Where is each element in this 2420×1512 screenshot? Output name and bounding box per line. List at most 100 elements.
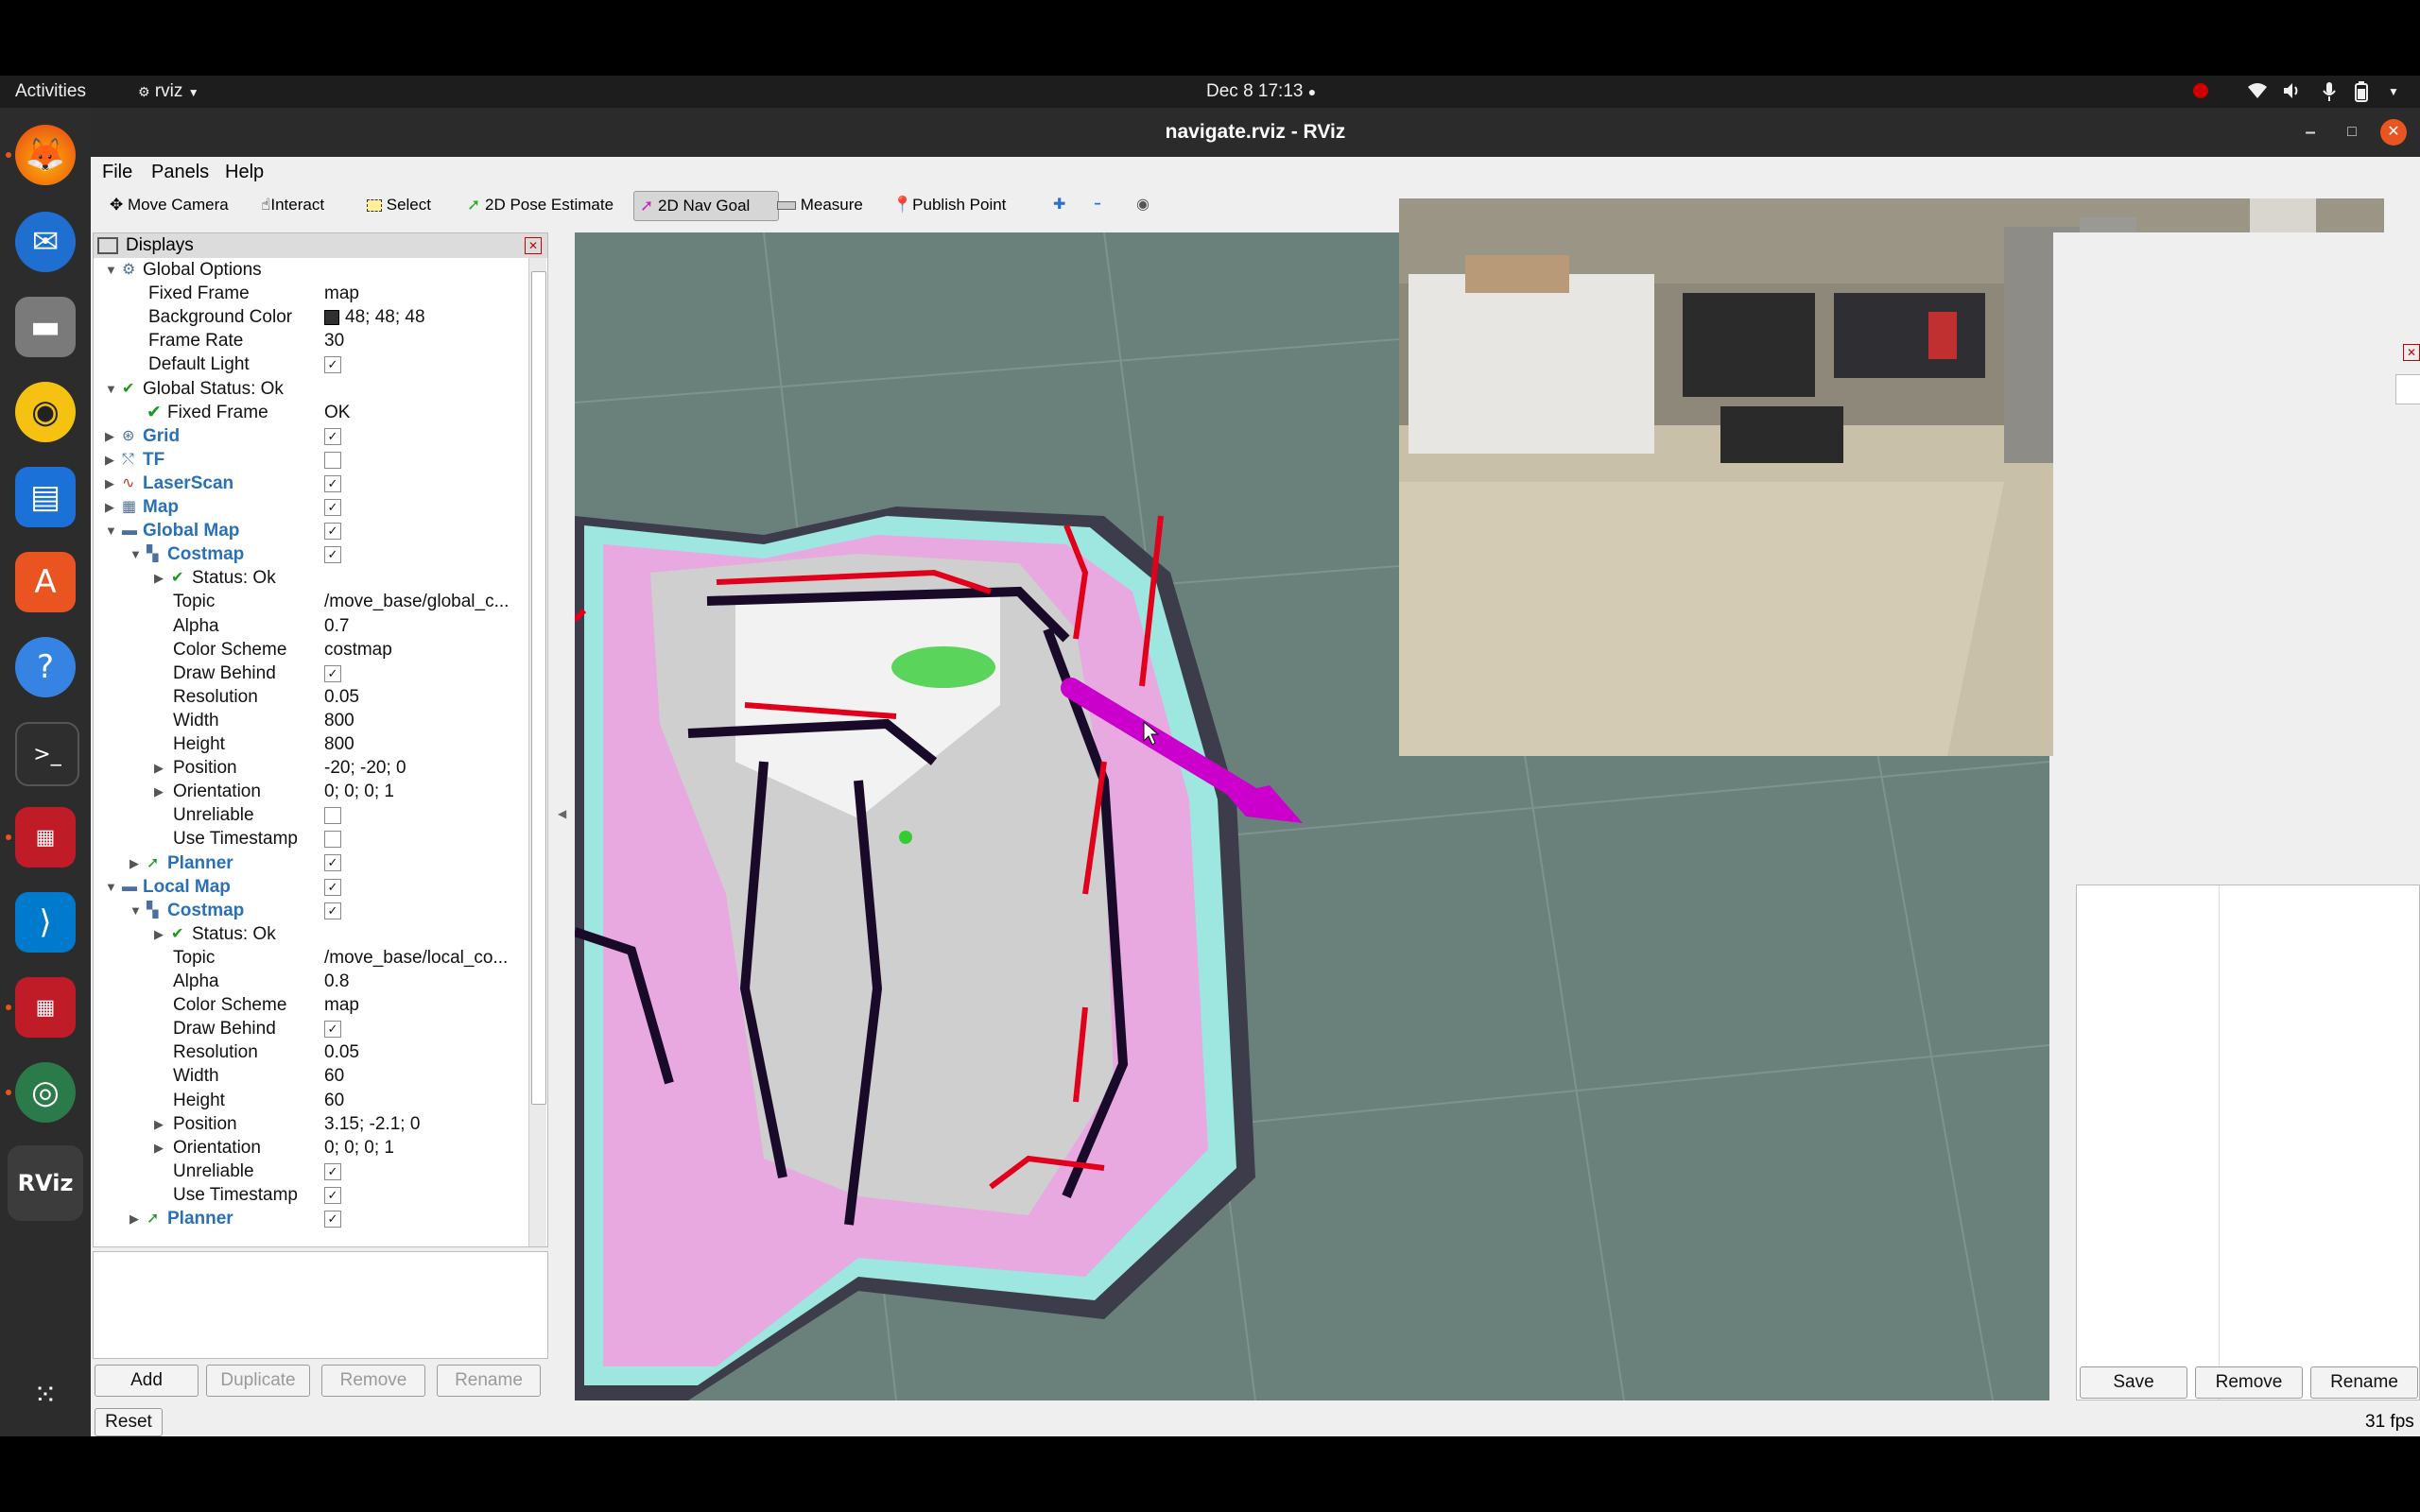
display-tree-row[interactable]: Unreliable <box>94 803 527 827</box>
display-tree-row[interactable]: ▶ Orientation 0; 0; 0; 1 <box>94 780 527 803</box>
pose-estimate-tool[interactable]: ➚ 2D Pose Estimate <box>461 191 619 219</box>
save-view-button[interactable]: Save <box>2080 1366 2187 1399</box>
screen-record-icon[interactable] <box>2193 83 2208 98</box>
scrollbar-thumb[interactable] <box>531 271 546 1105</box>
display-tree-row[interactable]: ✔ Fixed Frame OK <box>94 401 527 424</box>
display-property-value[interactable]: 0.8 <box>324 970 349 993</box>
duplicate-button[interactable]: Duplicate <box>206 1365 310 1397</box>
display-tree-row[interactable]: Alpha 0.8 <box>94 970 527 993</box>
zoom-in-icon[interactable]: ✚ <box>1047 191 1071 219</box>
collapsed-arrow-icon[interactable]: ▶ <box>154 922 165 946</box>
remove-view-button[interactable]: Remove <box>2195 1366 2303 1399</box>
display-property-value[interactable]: /move_base/local_co... <box>324 946 508 970</box>
measure-tool[interactable]: Measure <box>771 191 869 219</box>
enable-checkbox[interactable]: ✓ <box>324 851 341 875</box>
display-property-value[interactable]: 0; 0; 0; 1 <box>324 780 394 803</box>
display-tree-row[interactable]: ▼ ▚ Costmap ✓ <box>94 542 527 566</box>
wifi-icon[interactable] <box>2246 81 2269 106</box>
enable-checkbox[interactable]: ✓ <box>324 875 341 899</box>
help-icon[interactable]: ? <box>15 637 76 697</box>
display-tree-row[interactable]: Use Timestamp ✓ <box>94 1183 527 1207</box>
display-tree-row[interactable]: ▼ ▬ Global Map ✓ <box>94 519 527 542</box>
enable-checkbox[interactable]: ✓ <box>324 1207 341 1230</box>
display-tree-row[interactable]: ▼ ▬ Local Map ✓ <box>94 875 527 899</box>
display-tree-row[interactable]: ▶ ➚ Planner ✓ <box>94 1207 527 1230</box>
expanded-arrow-icon[interactable]: ▼ <box>130 899 142 922</box>
display-property-value[interactable]: 60 <box>324 1064 344 1088</box>
panel-close-icon[interactable]: ✕ <box>525 237 542 254</box>
display-tree-row[interactable]: Alpha 0.7 <box>94 614 527 638</box>
enable-checkbox[interactable]: ✓ <box>324 1183 341 1207</box>
display-property-value[interactable]: 3.15; -2.1; 0 <box>324 1112 420 1136</box>
enable-checkbox[interactable]: ✓ <box>324 542 341 566</box>
enable-checkbox[interactable]: ✓ <box>324 424 341 448</box>
app-menu[interactable]: ⚙ rviz ▼ <box>138 81 199 102</box>
collapsed-arrow-icon[interactable]: ▶ <box>154 1136 165 1160</box>
microphone-icon[interactable] <box>2322 81 2337 108</box>
display-tree-row[interactable]: ▼ ▚ Costmap ✓ <box>94 899 527 922</box>
maximize-icon[interactable]: □ <box>2339 119 2365 146</box>
close-icon[interactable]: ✕ <box>2380 119 2407 146</box>
firefox-icon[interactable]: 🦊 <box>15 125 76 185</box>
display-tree-row[interactable]: Draw Behind ✓ <box>94 1017 527 1040</box>
enable-checkbox[interactable]: ✓ <box>324 899 341 922</box>
rhythmbox-icon[interactable]: ◉ <box>15 382 76 442</box>
display-tree-row[interactable]: Resolution 0.05 <box>94 685 527 709</box>
display-tree-row[interactable]: Resolution 0.05 <box>94 1040 527 1064</box>
left-splitter-handle-icon[interactable]: ◀ <box>558 807 566 820</box>
display-tree-row[interactable]: ▶ ✔ Status: Ok <box>94 922 527 946</box>
display-property-value[interactable]: 0; 0; 0; 1 <box>324 1136 394 1160</box>
enable-checkbox[interactable]: ✓ <box>324 519 341 542</box>
reset-button[interactable]: Reset <box>95 1408 163 1436</box>
display-tree-row[interactable]: Width 800 <box>94 709 527 732</box>
show-applications-icon[interactable]: ⁙ <box>15 1365 76 1425</box>
collapsed-arrow-icon[interactable]: ▶ <box>105 495 116 519</box>
rviz-icon[interactable]: RViz <box>8 1145 83 1221</box>
collapsed-arrow-icon[interactable]: ▶ <box>154 1112 165 1136</box>
collapsed-arrow-icon[interactable]: ▶ <box>105 448 116 472</box>
publish-point-tool[interactable]: 📍Publish Point <box>887 191 1011 219</box>
display-tree-row[interactable]: ▶ Position 3.15; -2.1; 0 <box>94 1112 527 1136</box>
enable-checkbox[interactable]: ✓ <box>324 1160 341 1183</box>
display-property-value[interactable]: 0.7 <box>324 614 349 638</box>
collapsed-arrow-icon[interactable]: ▶ <box>154 756 165 780</box>
thunderbird-icon[interactable]: ✉ <box>15 212 76 272</box>
system-menu-chevron-icon[interactable]: ▼ <box>2388 85 2399 98</box>
collapsed-arrow-icon[interactable]: ▶ <box>130 1207 141 1230</box>
display-tree-row[interactable]: Use Timestamp <box>94 827 527 850</box>
display-property-value[interactable]: /move_base/global_c... <box>324 590 509 613</box>
display-tree-row[interactable]: ▶ ∿ LaserScan ✓ <box>94 472 527 495</box>
remove-button[interactable]: Remove <box>321 1365 425 1397</box>
libreoffice-writer-icon[interactable]: ▤ <box>15 467 76 527</box>
menu-panels[interactable]: Panels <box>151 162 209 183</box>
display-tree-row[interactable]: ▼ ✔ Global Status: Ok <box>94 377 527 401</box>
display-property-value[interactable]: 60 <box>324 1089 344 1112</box>
nav-goal-tool[interactable]: ➚ 2D Nav Goal <box>633 191 779 221</box>
select-tool[interactable]: Select <box>361 191 437 219</box>
expanded-arrow-icon[interactable]: ▼ <box>105 258 117 282</box>
vscode-icon[interactable]: ⟩ <box>15 892 76 953</box>
display-property-value[interactable]: OK <box>324 401 350 424</box>
rqt-icon[interactable]: ▦ <box>15 807 76 868</box>
collapsed-arrow-icon[interactable]: ▶ <box>154 566 165 590</box>
display-property-value[interactable]: costmap <box>324 638 392 662</box>
display-tree-row[interactable]: Background Color 48; 48; 48 <box>94 305 527 329</box>
menu-file[interactable]: File <box>102 162 132 183</box>
zoom-out-icon[interactable]: ━ <box>1089 191 1106 219</box>
display-tree-row[interactable]: Height 60 <box>94 1089 527 1112</box>
clock[interactable]: Dec 8 17:13 ● <box>1206 81 1316 102</box>
enable-checkbox[interactable]: ✓ <box>324 352 341 376</box>
views-panel-close-icon[interactable]: ✕ <box>2403 344 2420 361</box>
volume-icon[interactable] <box>2282 81 2303 106</box>
display-tree-row[interactable]: ▼ ⚙ Global Options <box>94 258 527 282</box>
ubuntu-software-icon[interactable]: A <box>15 552 76 612</box>
display-tree-row[interactable]: ▶ Orientation 0; 0; 0; 1 <box>94 1136 527 1160</box>
display-property-value[interactable]: 800 <box>324 709 354 732</box>
expanded-arrow-icon[interactable]: ▼ <box>130 542 142 566</box>
display-tree-row[interactable]: Unreliable ✓ <box>94 1160 527 1183</box>
display-property-value[interactable]: 800 <box>324 732 354 756</box>
display-property-value[interactable]: map <box>324 993 359 1017</box>
terminal-icon[interactable]: >_ <box>15 722 79 786</box>
display-property-value[interactable]: 30 <box>324 329 344 352</box>
display-tree-row[interactable]: Default Light ✓ <box>94 352 527 376</box>
